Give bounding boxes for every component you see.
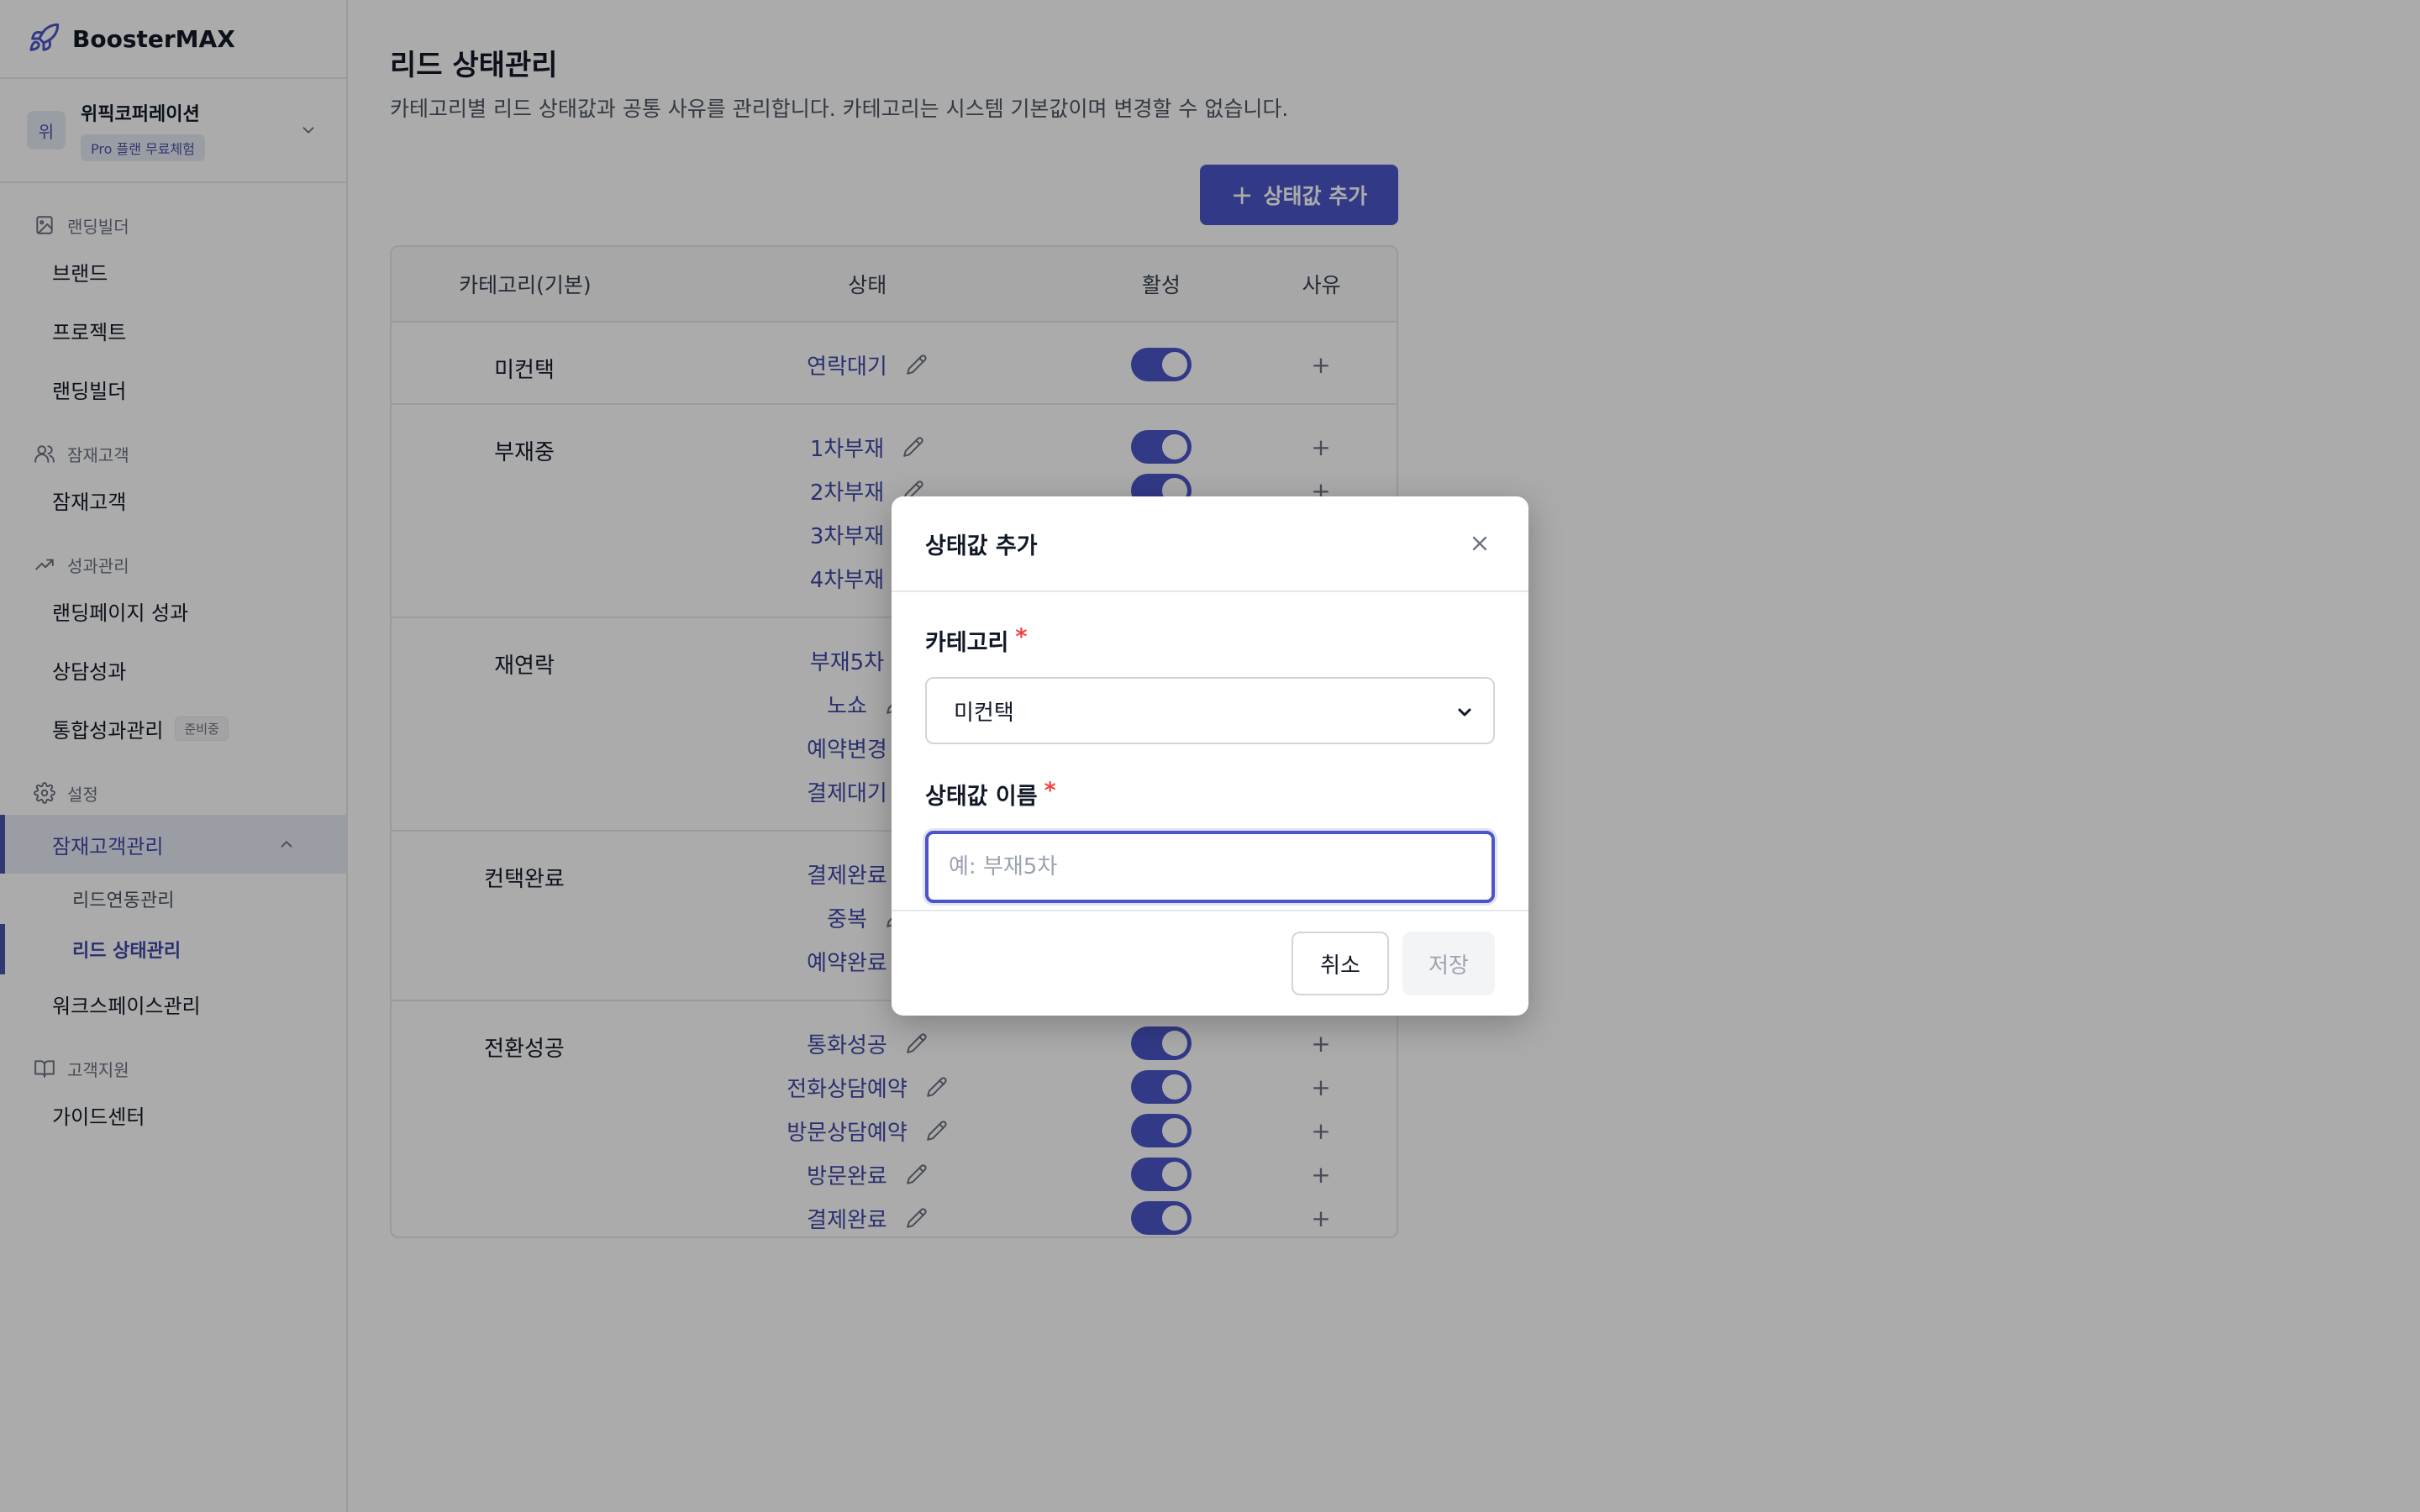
modal-title: 상태값 추가	[925, 533, 1038, 559]
cancel-button[interactable]: 취소	[1292, 932, 1389, 995]
chevron-down-icon	[1458, 708, 1471, 717]
status-name-input[interactable]	[925, 831, 1495, 903]
required-mark: *	[1015, 624, 1028, 650]
save-button[interactable]: 저장	[1402, 932, 1495, 995]
add-status-modal: 상태값 추가 카테고리 * 미컨택 상태값 이름 * 취소 저장	[892, 496, 1528, 1016]
close-button[interactable]	[1465, 528, 1495, 559]
category-selected-value: 미컨택	[954, 700, 1014, 726]
modal-body: 카테고리 * 미컨택 상태값 이름 *	[892, 592, 1528, 903]
modal-footer: 취소 저장	[892, 910, 1528, 1016]
close-icon	[1472, 536, 1487, 551]
category-label: 카테고리 *	[925, 624, 1028, 656]
category-select[interactable]: 미컨택	[925, 677, 1495, 744]
required-mark: *	[1044, 778, 1056, 804]
status-name-label: 상태값 이름 *	[925, 778, 1056, 810]
modal-header: 상태값 추가	[892, 496, 1528, 592]
